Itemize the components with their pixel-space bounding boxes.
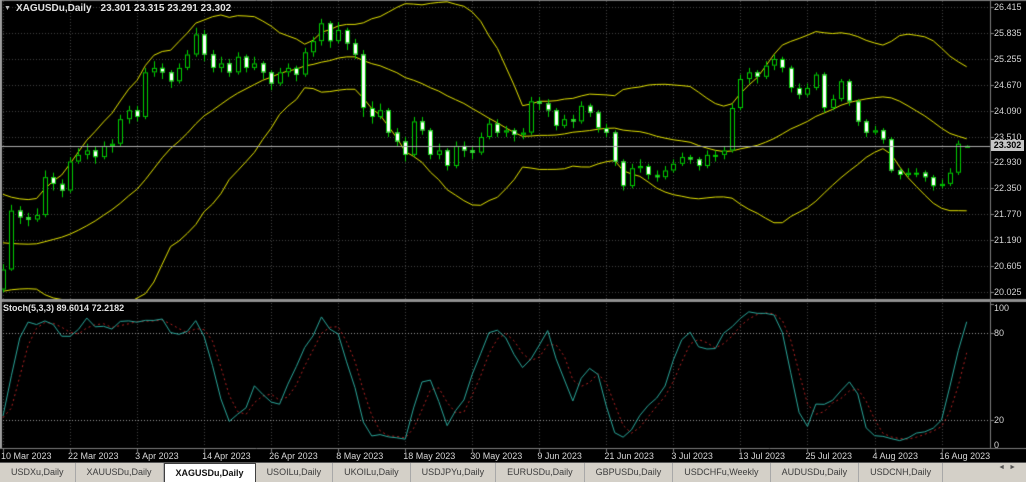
tab-xauusdu[interactable]: XAUUSDu,Daily (76, 463, 164, 482)
tab-audusdu[interactable]: AUDUSDu,Daily (771, 463, 860, 482)
price-axis-label: 22.930 (994, 158, 1022, 167)
date-axis-label: 26 Apr 2023 (269, 452, 318, 461)
price-axis-label: 21.770 (994, 210, 1022, 219)
symbol-tab-bar: USDXu,DailyXAUUSDu,DailyXAGUSDu,DailyUSO… (0, 462, 1026, 482)
stoch-axis-label: 0 (994, 441, 999, 450)
tab-ukoilu[interactable]: UKOILu,Daily (333, 463, 411, 482)
tab-eurusdu[interactable]: EURUSDu,Daily (496, 463, 585, 482)
price-axis-label: 26.415 (994, 3, 1022, 12)
tab-scroll-left-icon[interactable]: ◄ (998, 464, 1009, 471)
price-axis-label: 21.190 (994, 236, 1022, 245)
price-axis-label: 24.090 (994, 107, 1022, 116)
tab-usoilu[interactable]: USOILu,Daily (256, 463, 334, 482)
date-axis-label: 9 Jun 2023 (537, 452, 582, 461)
tab-usdchfu[interactable]: USDCHFu,Weekly (673, 463, 770, 482)
date-axis-label: 3 Jul 2023 (671, 452, 713, 461)
date-axis-label: 13 Jul 2023 (738, 452, 785, 461)
tab-usdjpyu[interactable]: USDJPYu,Daily (411, 463, 497, 482)
date-axis-label: 3 Apr 2023 (135, 452, 179, 461)
tab-usdcnh[interactable]: USDCNH,Daily (859, 463, 943, 482)
date-axis-label: 30 May 2023 (470, 452, 522, 461)
price-axis-label: 20.605 (994, 262, 1022, 271)
price-chart-canvas[interactable] (0, 0, 1026, 462)
tab-usdxu[interactable]: USDXu,Daily (0, 463, 76, 482)
date-axis-label: 14 Apr 2023 (202, 452, 251, 461)
price-axis-label: 25.255 (994, 55, 1022, 64)
date-axis-label: 10 Mar 2023 (1, 452, 52, 461)
tab-scroll-arrows[interactable]: ◄► (998, 464, 1020, 471)
date-axis-label: 18 May 2023 (403, 452, 455, 461)
stoch-axis-label: 100 (994, 304, 1009, 313)
stoch-axis-label: 20 (994, 416, 1004, 425)
price-axis-label: 22.350 (994, 184, 1022, 193)
date-axis-label: 25 Jul 2023 (805, 452, 852, 461)
price-axis-label: 24.670 (994, 81, 1022, 90)
date-axis-label: 16 Aug 2023 (940, 452, 991, 461)
stoch-axis-label: 80 (994, 329, 1004, 338)
date-axis-label: 8 May 2023 (336, 452, 383, 461)
trading-chart-window: ▼XAGUSDu,Daily23.301 23.315 23.291 23.30… (0, 0, 1026, 482)
date-axis-label: 21 Jun 2023 (604, 452, 654, 461)
current-price-badge: 23.302 (991, 140, 1024, 151)
tab-gbpusdu[interactable]: GBPUSDu,Daily (585, 463, 674, 482)
tab-xagusdu[interactable]: XAGUSDu,Daily (164, 463, 256, 482)
date-axis-label: 4 Aug 2023 (873, 452, 919, 461)
price-axis-label: 20.025 (994, 288, 1022, 297)
price-axis-label: 25.835 (994, 29, 1022, 38)
date-axis-label: 22 Mar 2023 (68, 452, 119, 461)
tab-scroll-right-icon[interactable]: ► (1009, 464, 1020, 471)
